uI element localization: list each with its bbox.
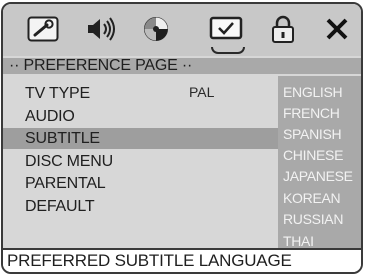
option-korean[interactable]: KOREAN (283, 190, 341, 206)
menu-item-disc-menu[interactable]: DISC MENU (3, 151, 278, 172)
menu-item-tv-type[interactable]: TV TYPE (3, 83, 278, 104)
menu-item-default[interactable]: DEFAULT (3, 196, 278, 217)
checkmark-screen-icon[interactable] (208, 14, 244, 44)
preference-page: ·· PREFERENCE PAGE ·· TV TYPE PAL AUDIO … (3, 56, 361, 249)
menu-item-audio[interactable]: AUDIO (3, 106, 278, 127)
selected-tab-indicator (211, 47, 245, 54)
menu-item-subtitle[interactable]: SUBTITLE (3, 128, 278, 149)
page-title: ·· PREFERENCE PAGE ·· (3, 58, 361, 74)
tv-type-value: PAL (189, 84, 215, 100)
speaker-icon[interactable] (82, 14, 118, 44)
setup-menu-window: ·· PREFERENCE PAGE ·· TV TYPE PAL AUDIO … (1, 2, 363, 274)
option-russian[interactable]: RUSSIAN (283, 211, 343, 227)
wrench-icon[interactable] (25, 14, 61, 44)
close-icon[interactable] (319, 14, 355, 44)
option-spanish[interactable]: SPANISH (283, 126, 342, 142)
option-thai[interactable]: THAI (283, 233, 314, 249)
color-wheel-icon[interactable] (138, 14, 174, 44)
subtitle-language-options: ENGLISH FRENCH SPANISH CHINESE JAPANESE … (278, 76, 361, 249)
menu-item-parental[interactable]: PARENTAL (3, 173, 278, 194)
status-bar: PREFERRED SUBTITLE LANGUAGE (3, 248, 361, 272)
option-french[interactable]: FRENCH (283, 105, 340, 121)
padlock-icon[interactable] (265, 14, 301, 44)
option-chinese[interactable]: CHINESE (283, 147, 343, 163)
option-japanese[interactable]: JAPANESE (283, 168, 353, 184)
setup-icon-bar (3, 4, 361, 56)
option-english[interactable]: ENGLISH (283, 84, 343, 100)
